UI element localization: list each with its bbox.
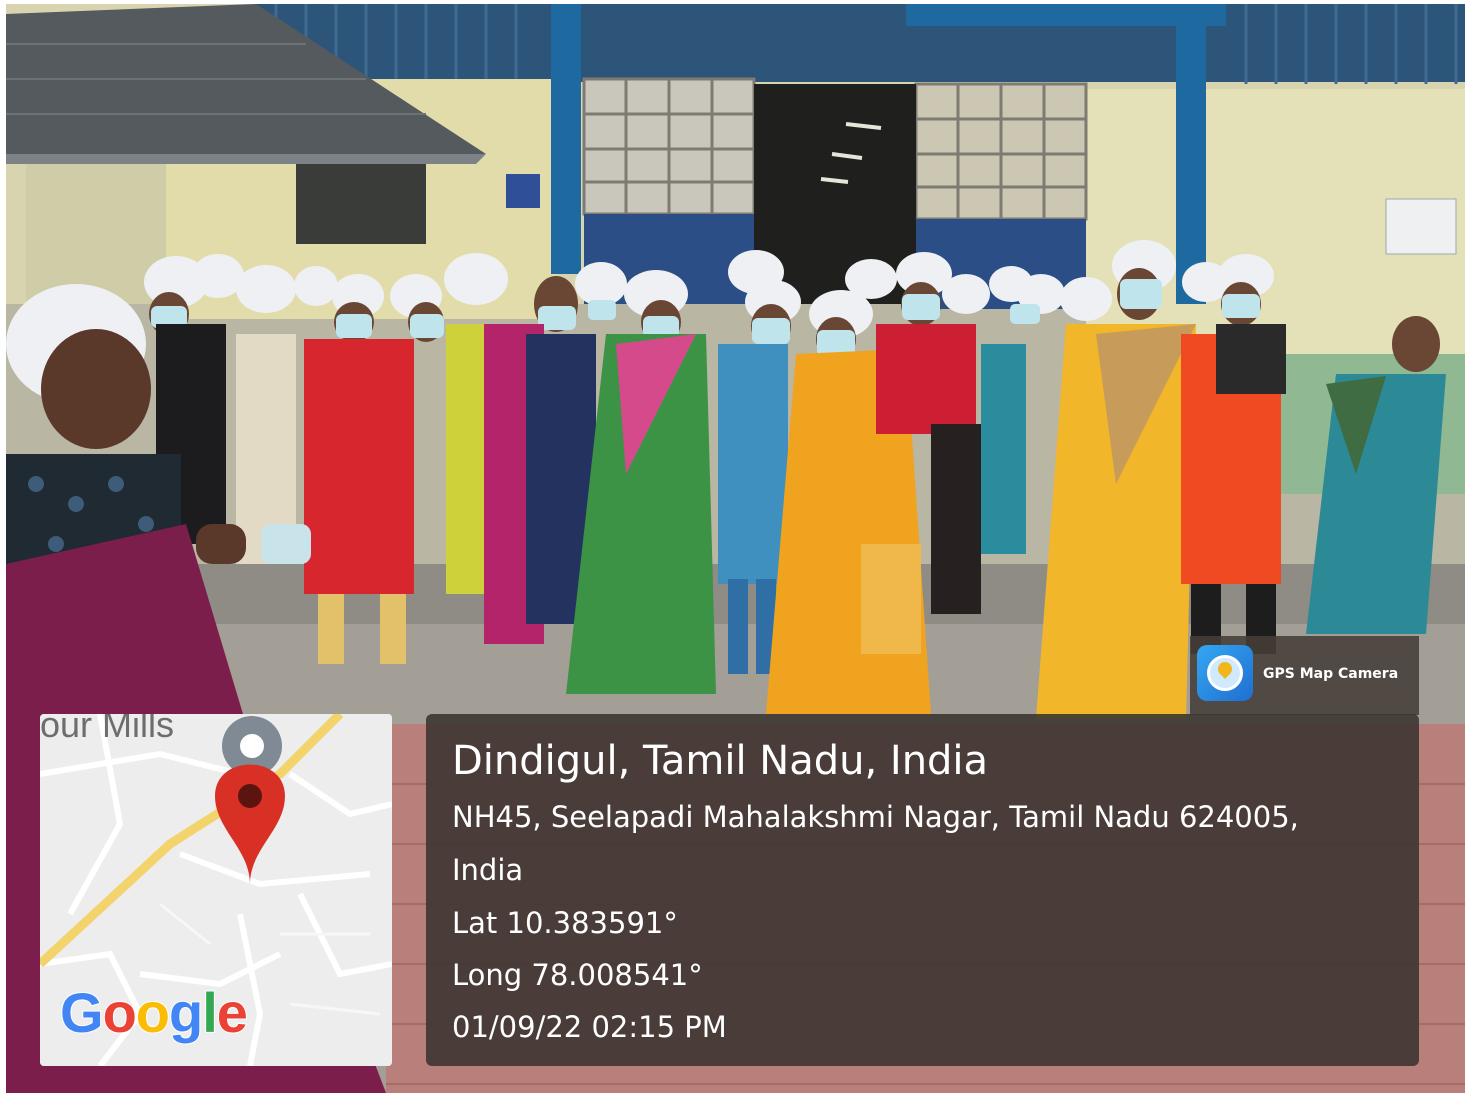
google-letter-g1: G (59, 980, 105, 1045)
google-letter-e: e (216, 980, 249, 1045)
map-road-label: our Mills (40, 714, 175, 745)
longitude-text: Long 78.008541° (452, 958, 703, 992)
gps-app-label: GPS Map Camera (1263, 666, 1399, 682)
address-line-2: India (452, 853, 524, 887)
latitude-text: Lat 10.383591° (452, 906, 678, 940)
google-letter-g2: g (168, 980, 204, 1045)
gps-map-camera-icon (1197, 645, 1253, 701)
place-title: Dindigul, Tamil Nadu, India (452, 738, 989, 784)
google-letter-o2: o (135, 980, 171, 1045)
datetime-text: 01/09/22 02:15 PM (452, 1010, 727, 1044)
google-letter-o1: o (102, 980, 138, 1045)
google-letter-l: l (201, 980, 218, 1045)
address-line-1: NH45, Seelapadi Mahalakshmi Nagar, Tamil… (452, 800, 1299, 834)
google-logo: Google (59, 980, 249, 1045)
